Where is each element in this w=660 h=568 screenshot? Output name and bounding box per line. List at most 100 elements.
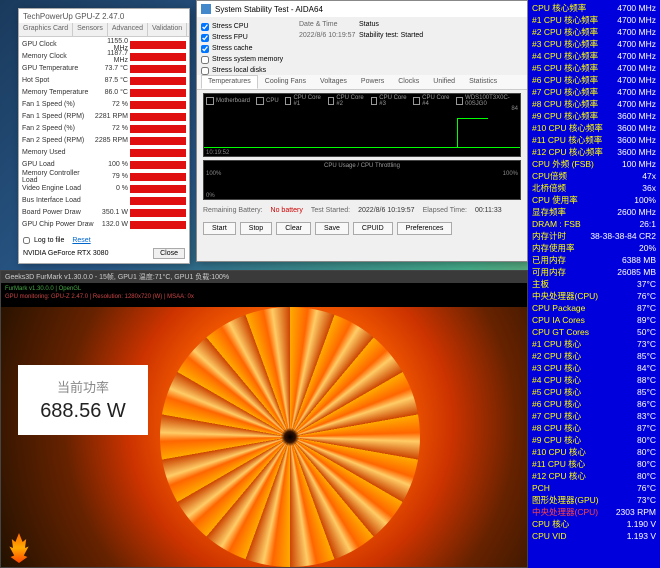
stat-label: #7 CPU 核心 — [532, 410, 581, 422]
sensor-row: GPU Load100 % — [22, 159, 186, 170]
stat-row: #8 CPU 核心 87°C — [532, 422, 656, 434]
stat-row: #2 CPU 核心频率 4700 MHz — [532, 26, 656, 38]
stat-label: #4 CPU 核心 — [532, 374, 581, 386]
sensor-label: Fan 2 Speed (%) — [22, 125, 94, 132]
stat-row: DRAM : FSB 26:1 — [532, 218, 656, 230]
preferences-button[interactable]: Preferences — [397, 222, 453, 235]
aida-tab[interactable]: Voltages — [313, 75, 354, 89]
stat-row: 中央处理器(CPU)2303 RPM — [532, 506, 656, 518]
gpuz-window: TechPowerUp GPU-Z 2.47.0 Graphics Card S… — [18, 8, 190, 264]
gpuz-tabs: Graphics Card Sensors Advanced Validatio… — [19, 23, 189, 37]
stat-row: CPU倍频47x — [532, 170, 656, 182]
stat-label: #2 CPU 核心频率 — [532, 26, 598, 38]
check-label: Stress cache — [212, 45, 252, 52]
stress-check[interactable]: Stress cache — [201, 43, 291, 54]
sensor-value: 2285 RPM — [94, 137, 130, 144]
stat-row: CPU 核心1.190 V — [532, 518, 656, 530]
tab-validation[interactable]: Validation — [148, 23, 187, 36]
stress-check[interactable]: Stress CPU — [201, 21, 291, 32]
stat-label: CPU 外频 (FSB) — [532, 158, 594, 170]
start-button[interactable]: Start — [203, 222, 236, 235]
power-value: 688.56 W — [40, 400, 126, 423]
sensor-value: 72 % — [94, 101, 130, 108]
sensor-row: Video Engine Load0 % — [22, 183, 186, 194]
stat-row: #11 CPU 核心频率3600 MHz — [532, 134, 656, 146]
stat-row: CPU IA Cores89°C — [532, 314, 656, 326]
stat-label: #11 CPU 核心 — [532, 458, 585, 470]
sensor-bar — [130, 113, 186, 121]
stat-label: #10 CPU 核心频率 — [532, 122, 603, 134]
aida-icon — [201, 4, 211, 14]
stat-value: 3600 MHz — [617, 110, 656, 122]
date-value: 2022/8/6 10:19:57 — [299, 32, 359, 43]
furmark-info: FurMark v1.30.0.0 | OpenGL GPU monitorin… — [1, 283, 527, 307]
stress-check[interactable]: Stress FPU — [201, 32, 291, 43]
stat-label: CPU VID — [532, 530, 566, 542]
check-label: Stress system memory — [212, 56, 283, 63]
checkbox[interactable] — [201, 45, 209, 53]
stat-row: CPU GT Cores50°C — [532, 326, 656, 338]
checkbox[interactable] — [201, 67, 209, 75]
stat-row: 图形处理器(GPU)73°C — [532, 494, 656, 506]
aida-tab[interactable]: Temperatures — [201, 75, 258, 89]
furmark-title[interactable]: Geeks3D FurMark v1.30.0.0 - 15帧, GPU1 温度… — [1, 271, 527, 283]
checkbox[interactable] — [201, 23, 209, 31]
aida-titlebar[interactable]: System Stability Test - AIDA64 — [197, 1, 527, 17]
furmark-logo-icon — [7, 533, 31, 563]
tab-advanced[interactable]: Advanced — [108, 23, 148, 36]
stat-row: #10 CPU 核心80°C — [532, 446, 656, 458]
stat-value: 26:1 — [639, 218, 656, 230]
stat-value: 87°C — [637, 422, 656, 434]
sensor-bar — [130, 53, 186, 61]
clear-button[interactable]: Clear — [276, 222, 311, 235]
sensor-bar — [130, 185, 186, 193]
sensor-row: Fan 1 Speed (%)72 % — [22, 99, 186, 110]
sensor-bar — [130, 209, 186, 217]
stat-value: 38-38-38-84 CR2 — [590, 230, 656, 242]
stat-label: 北桥倍频 — [532, 182, 566, 194]
tab-graphics-card[interactable]: Graphics Card — [19, 23, 73, 36]
sensor-row: Board Power Draw350.1 W — [22, 207, 186, 218]
elapsed-value: 00:11:33 — [475, 207, 502, 214]
gpuz-title[interactable]: TechPowerUp GPU-Z 2.47.0 — [19, 9, 189, 23]
stress-check[interactable]: Stress system memory — [201, 54, 291, 65]
sensor-bar — [130, 173, 186, 181]
checkbox[interactable] — [201, 56, 209, 64]
aida-tab[interactable]: Cooling Fans — [258, 75, 313, 89]
stat-row: #12 CPU 核心频率3600 MHz — [532, 146, 656, 158]
stat-value: 4700 MHz — [617, 26, 656, 38]
aida-tab[interactable]: Unified — [426, 75, 462, 89]
save-button[interactable]: Save — [315, 222, 349, 235]
sensor-bar — [130, 101, 186, 109]
log-checkbox[interactable] — [23, 237, 30, 244]
stat-row: #4 CPU 核心频率4700 MHz — [532, 50, 656, 62]
aida-tab[interactable]: Statistics — [462, 75, 504, 89]
stat-row: #5 CPU 核心频率4700 MHz — [532, 62, 656, 74]
tab-sensors[interactable]: Sensors — [73, 23, 108, 36]
stat-value: 88°C — [637, 374, 656, 386]
sensor-row: Fan 1 Speed (RPM)2281 RPM — [22, 111, 186, 122]
stop-button[interactable]: Stop — [240, 222, 272, 235]
stat-label: 已用内存 — [532, 254, 566, 266]
stat-label: DRAM : FSB — [532, 218, 581, 230]
reset-link[interactable]: Reset — [72, 237, 90, 244]
sensor-bar — [130, 149, 186, 157]
power-label: 当前功率 — [57, 377, 109, 396]
stat-row: #9 CPU 核心80°C — [532, 434, 656, 446]
aida-tab[interactable]: Clocks — [391, 75, 426, 89]
stat-label: #8 CPU 核心 — [532, 422, 581, 434]
gpu-name: NVIDIA GeForce RTX 3080 — [23, 250, 108, 257]
stats-panel: CPU 核心频率4700 MHz#1 CPU 核心频率4700 MHz#2 CP… — [528, 0, 660, 568]
close-button[interactable]: Close — [153, 248, 185, 259]
checkbox[interactable] — [201, 34, 209, 42]
sensor-label: Fan 1 Speed (RPM) — [22, 113, 94, 120]
stat-row: 已用内存6388 MB — [532, 254, 656, 266]
stat-label: #10 CPU 核心 — [532, 446, 586, 458]
sensor-label: GPU Temperature — [22, 65, 94, 72]
sensor-row: GPU Chip Power Draw132.0 W — [22, 219, 186, 230]
stat-label: #3 CPU 核心频率 — [532, 38, 598, 50]
cpuid-button[interactable]: CPUID — [353, 222, 393, 235]
stat-label: #4 CPU 核心频率 — [532, 50, 598, 62]
stat-label: CPU Package — [532, 302, 585, 314]
aida-tab[interactable]: Powers — [354, 75, 391, 89]
